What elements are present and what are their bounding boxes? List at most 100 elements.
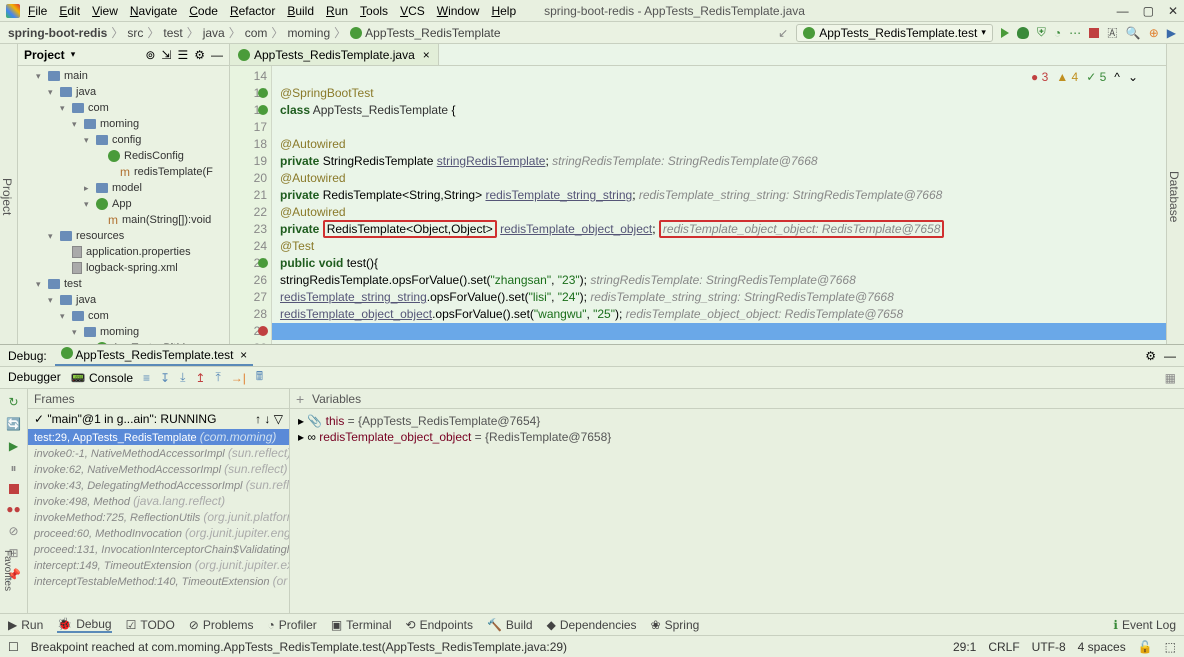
stack-frame[interactable]: invokeMethod:725, ReflectionUtils (org.j…	[28, 509, 289, 525]
variables-body[interactable]: ▸ 📎 this = {AppTests_RedisTemplate@7654}…	[290, 409, 1184, 613]
tree-node[interactable]: ▾App	[18, 196, 229, 212]
rail-database[interactable]: Database	[1167, 171, 1181, 222]
locale-icon[interactable]: 🇦	[1107, 25, 1118, 40]
tree-node[interactable]: mredisTemplate(F	[18, 164, 229, 180]
menu-refactor[interactable]: Refactor	[224, 2, 281, 20]
minimize-icon[interactable]: —	[1117, 4, 1129, 18]
event-log-button[interactable]: ℹEvent Log	[1113, 618, 1176, 632]
tree-node[interactable]: ▾main	[18, 68, 229, 84]
breadcrumb-item[interactable]: java	[203, 26, 225, 40]
gear-icon[interactable]: ⚙	[194, 48, 205, 62]
menu-tools[interactable]: Tools	[354, 2, 394, 20]
layout-icon[interactable]: ▦	[1165, 371, 1176, 385]
tab-close-icon[interactable]: ×	[237, 348, 247, 362]
filter-icon[interactable]: ▽	[274, 412, 283, 426]
target-icon[interactable]: ⊚	[145, 48, 155, 62]
project-tree[interactable]: ▾main▾java▾com▾moming▾configRedisConfigm…	[18, 66, 229, 344]
next-frame-icon[interactable]: ↓	[264, 412, 270, 426]
collapse-icon[interactable]: ☰	[177, 48, 188, 62]
toolwindow-profiler[interactable]: ◔Profiler	[268, 617, 317, 633]
menu-window[interactable]: Window	[431, 2, 486, 20]
file-encoding[interactable]: UTF-8	[1032, 640, 1066, 654]
menu-code[interactable]: Code	[183, 2, 224, 20]
breadcrumb-item[interactable]: AppTests_RedisTemplate	[350, 26, 500, 40]
step-out-icon[interactable]: ↥	[195, 371, 205, 385]
status-icon[interactable]: ☐	[8, 640, 19, 654]
caret-position[interactable]: 29:1	[953, 640, 976, 654]
breadcrumb-item[interactable]: spring-boot-redis	[8, 26, 107, 40]
debug-icon[interactable]	[1017, 27, 1029, 39]
gutter[interactable]: 1415161718192021222324252627282930	[230, 66, 272, 344]
toolwindow-debug[interactable]: 🐞Debug	[57, 617, 111, 633]
frames-thread-row[interactable]: ✓ "main"@1 in g...ain": RUNNING ↑ ↓ ▽	[28, 409, 289, 429]
tree-node[interactable]: ▾moming	[18, 116, 229, 132]
close-icon[interactable]: ✕	[1168, 4, 1178, 18]
chevron-up-icon[interactable]: ^	[1114, 70, 1120, 84]
resume-icon[interactable]: ▶	[9, 439, 18, 453]
maximize-icon[interactable]: ▢	[1143, 4, 1154, 18]
tree-node[interactable]: mmain(String[]):void	[18, 212, 229, 228]
search-icon[interactable]: 🔍	[1126, 26, 1141, 40]
tree-node[interactable]: ▾resources	[18, 228, 229, 244]
stop-debug-icon[interactable]	[9, 484, 19, 494]
readonly-icon[interactable]: 🔓	[1138, 640, 1153, 654]
rerun-icon[interactable]: ↻	[8, 395, 18, 409]
tab-close-icon[interactable]: ×	[419, 48, 430, 62]
breakpoints-icon[interactable]: ●●	[6, 502, 21, 516]
hide-icon[interactable]: —	[211, 48, 223, 62]
menu-view[interactable]: View	[86, 2, 124, 20]
mute-breakpoints-icon[interactable]: ⊘	[8, 524, 18, 538]
stop-icon[interactable]	[1089, 28, 1099, 38]
code-area[interactable]: 1415161718192021222324252627282930 ● 3 ▲…	[230, 66, 1166, 344]
menu-navigate[interactable]: Navigate	[124, 2, 183, 20]
prev-frame-icon[interactable]: ↑	[255, 412, 261, 426]
toolwindow-spring[interactable]: ❀Spring	[651, 617, 700, 633]
rerun-debug-icon[interactable]: 🔄	[6, 417, 21, 431]
tree-node[interactable]: application.properties	[18, 244, 229, 260]
menu-help[interactable]: Help	[485, 2, 522, 20]
memory-indicator[interactable]: ⬚	[1165, 640, 1176, 654]
tree-node[interactable]: ▸model	[18, 180, 229, 196]
chevron-down-icon[interactable]: ⌄	[1128, 70, 1138, 84]
editor-tab[interactable]: AppTests_RedisTemplate.java ×	[230, 44, 439, 65]
toolwindow-endpoints[interactable]: ⟲Endpoints	[406, 617, 473, 633]
debug-tab-console[interactable]: 📟 Console	[71, 371, 133, 385]
run-to-cursor-icon[interactable]: →|	[231, 371, 246, 385]
evaluate-icon[interactable]: 🖩	[256, 367, 263, 388]
hide-icon[interactable]: —	[1164, 349, 1176, 363]
run-configuration-selector[interactable]: AppTests_RedisTemplate.test ▾	[796, 24, 993, 42]
stack-frame[interactable]: interceptTestableMethod:140, TimeoutExte…	[28, 573, 289, 589]
line-separator[interactable]: CRLF	[988, 640, 1019, 654]
attach-icon[interactable]: ⋯	[1069, 26, 1081, 40]
project-view-selector[interactable]: Project	[24, 48, 65, 62]
step-over-icon[interactable]: ≡	[143, 371, 150, 385]
toolwindow-todo[interactable]: ☑TODO	[126, 617, 175, 633]
tree-node[interactable]: ▾moming	[18, 324, 229, 340]
stack-frame[interactable]: invoke:498, Method (java.lang.reflect)	[28, 493, 289, 509]
debug-run-tab[interactable]: AppTests_RedisTemplate.test ×	[55, 345, 253, 366]
menu-edit[interactable]: Edit	[53, 2, 86, 20]
more-icon[interactable]: ▶	[1167, 26, 1176, 40]
debug-tab-debugger[interactable]: Debugger	[8, 370, 61, 386]
stack-frame[interactable]: proceed:131, InvocationInterceptorChain$…	[28, 541, 289, 557]
tree-node[interactable]: ▾config	[18, 132, 229, 148]
variable-row[interactable]: ▸ 📎 this = {AppTests_RedisTemplate@7654}	[298, 413, 1176, 429]
stack-frame[interactable]: invoke:62, NativeMethodAccessorImpl (sun…	[28, 461, 289, 477]
tree-node[interactable]: ▾java	[18, 292, 229, 308]
rail-project[interactable]: Project	[0, 178, 14, 215]
tree-node[interactable]: ▾com	[18, 100, 229, 116]
tree-node[interactable]: AppTests_BitMap	[18, 340, 229, 344]
tree-node[interactable]: logback-spring.xml	[18, 260, 229, 276]
warning-indicator[interactable]: ▲ 4	[1056, 70, 1078, 84]
toolwindow-terminal[interactable]: ▣Terminal	[331, 617, 392, 633]
frames-list[interactable]: test:29, AppTests_RedisTemplate (com.mom…	[28, 429, 289, 613]
error-indicator[interactable]: ● 3	[1031, 70, 1048, 84]
tree-node[interactable]: ▾java	[18, 84, 229, 100]
menu-vcs[interactable]: VCS	[394, 2, 431, 20]
expand-icon[interactable]: ⇲	[161, 48, 171, 62]
tree-node[interactable]: ▾com	[18, 308, 229, 324]
toolwindow-problems[interactable]: ⊘Problems	[189, 617, 254, 633]
weak-warning-indicator[interactable]: ✓ 5	[1086, 70, 1106, 84]
code-body[interactable]: ● 3 ▲ 4 ✓ 5 ^ ⌄ @SpringBootTestclass App…	[272, 66, 1166, 344]
toolwindow-dependencies[interactable]: ◆Dependencies	[547, 617, 637, 633]
